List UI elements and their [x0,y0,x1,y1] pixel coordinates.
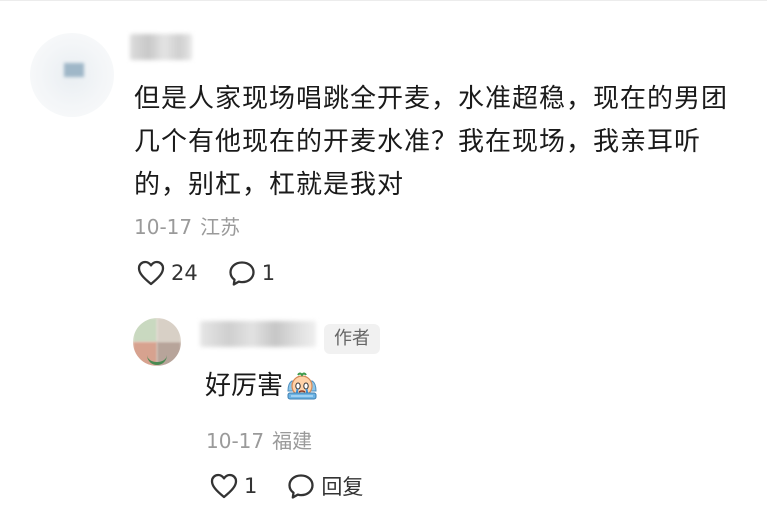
commenter-avatar[interactable] [30,33,114,117]
speech-bubble-icon [287,473,315,500]
comment-reply-count: 1 [261,261,276,285]
comment-meta: 10-17 江苏 [134,211,240,240]
heart-outline-icon [210,473,238,499]
heart-outline-icon [137,260,165,286]
reply-text: 好厉害 [205,371,284,401]
reply-like-count: 1 [244,474,258,498]
reply-date: 10-17 [206,429,265,453]
commenter-username-blurred[interactable] [130,34,192,60]
comment-location: 江苏 [200,215,241,239]
author-username-blurred[interactable] [200,321,316,347]
reply-reply-button[interactable]: 回复 [287,471,363,501]
comment-like-count: 24 [171,261,198,285]
comment-text: 但是人家现场唱跳全开麦，水准超稳，现在的男团几个有他现在的开麦水准？我在现场，我… [134,84,729,200]
reply-actions: 1 回复 [210,470,363,502]
reply-meta: 10-17 福建 [206,425,312,454]
author-avatar[interactable] [133,318,181,366]
speech-bubble-icon [228,260,256,287]
crying-emoji-icon [285,371,319,401]
reply-like-button[interactable]: 1 [210,473,257,499]
comment-reply-button[interactable]: 1 [228,260,275,287]
reply-text-row: 好厉害 [205,366,319,406]
top-divider [0,0,767,1]
reply-location: 福建 [272,429,313,453]
comment-actions: 24 1 [137,257,275,289]
reply-reply-label: 回复 [321,475,364,499]
comment-like-button[interactable]: 24 [137,260,198,286]
author-badge: 作者 [324,324,380,354]
comment-date: 10-17 [134,215,193,239]
